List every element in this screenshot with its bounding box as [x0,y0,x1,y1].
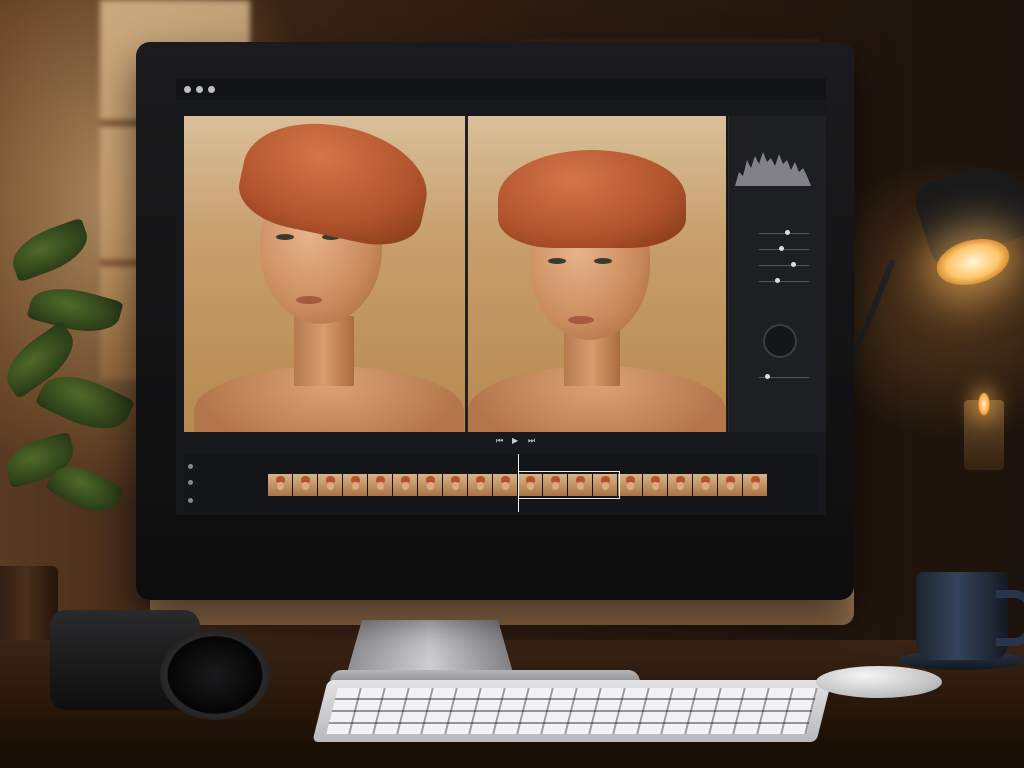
camera-lens [160,630,270,720]
photo-after [468,116,726,432]
subject-eye [548,258,566,264]
subject-neck [294,316,354,386]
image-viewer[interactable] [184,116,726,432]
mouse [816,666,942,698]
slider-knob[interactable] [785,230,790,235]
filmstrip-frame[interactable] [318,474,342,496]
window-zoom-icon[interactable] [208,86,215,93]
plant-leaf [26,279,124,341]
filmstrip-frame[interactable] [643,474,667,496]
subject-lips [568,316,594,324]
play-icon[interactable]: ▶ [512,436,518,445]
slider-knob[interactable] [775,278,780,283]
filmstrip-frame[interactable] [368,474,392,496]
filmstrip-timeline[interactable] [184,454,818,512]
track-icon [188,464,193,469]
forward-icon[interactable]: ⏭ [528,436,535,446]
filmstrip-frame[interactable] [668,474,692,496]
candle-flame [978,392,990,416]
photo-before [184,116,465,432]
slider-track[interactable] [759,281,809,282]
slider-row[interactable] [735,244,815,254]
playback-controls: ⏮ ▶ ⏭ [184,434,818,452]
subject-eye [276,234,294,240]
slider-row[interactable] [735,228,815,238]
slider-knob[interactable] [779,246,784,251]
filmstrip-frame[interactable] [493,474,517,496]
coffee-mug [916,572,1008,660]
house-plant [0,210,136,570]
subject-lips [296,296,322,304]
filmstrip-frame[interactable] [393,474,417,496]
slider-track[interactable] [759,249,809,250]
slider-row[interactable] [735,276,815,286]
filmstrip-frame[interactable] [418,474,442,496]
filmstrip-frame[interactable] [443,474,467,496]
filmstrip-frame[interactable] [718,474,742,496]
slider-knob[interactable] [791,262,796,267]
filmstrip-frame[interactable] [293,474,317,496]
plant-leaf [5,217,95,283]
camera [50,590,270,730]
slider-track[interactable] [759,233,809,234]
filmstrip-frame[interactable] [268,474,292,496]
rewind-icon[interactable]: ⏮ [496,436,503,446]
window-close-icon[interactable] [184,86,191,93]
filmstrip-frame[interactable] [693,474,717,496]
selection-range[interactable] [518,471,620,499]
keyboard [312,680,832,742]
track-icon [188,480,193,485]
mug-handle [996,590,1024,646]
rotation-dial[interactable] [763,324,797,358]
subject-turban [498,150,686,248]
editor-screen: ⏮ ▶ ⏭ [176,78,826,515]
window-minimize-icon[interactable] [196,86,203,93]
filmstrip-frame[interactable] [343,474,367,496]
subject-eye [594,258,612,264]
slider-track[interactable] [759,265,809,266]
playhead[interactable] [518,454,519,512]
slider-row[interactable] [735,372,815,382]
slider-knob[interactable] [765,374,770,379]
histogram-graph [735,152,811,186]
adjustments-panel [728,116,826,432]
filmstrip-frame[interactable] [618,474,642,496]
app-titlebar [176,78,826,100]
slider-row[interactable] [735,260,815,270]
filmstrip-frame[interactable] [468,474,492,496]
keyboard-keys [326,688,818,734]
filmstrip-frame[interactable] [743,474,767,496]
track-icon [188,498,193,503]
